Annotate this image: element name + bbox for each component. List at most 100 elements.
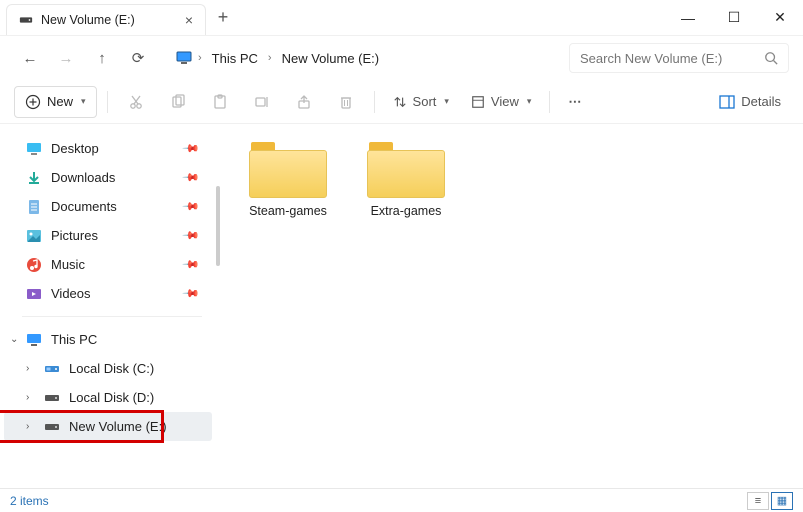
drive-icon [44,361,60,377]
sort-button[interactable]: Sort ▾ [385,86,457,118]
monitor-icon [26,332,42,348]
details-label: Details [741,94,781,109]
drive-icon [19,13,33,27]
maximize-button[interactable]: ☐ [711,0,757,35]
chevron-right-icon[interactable]: › [198,52,202,64]
sidebar-item-downloads[interactable]: Downloads 📌 [4,163,212,192]
new-button[interactable]: New ▾ [14,86,97,118]
pin-icon: 📌 [182,284,201,303]
drive-icon [44,390,60,406]
new-button-label: New [47,94,73,109]
cut-button[interactable] [118,86,154,118]
sidebar-item-label: Desktop [51,141,99,156]
picture-icon [26,228,42,244]
folder-icon [367,142,445,198]
pin-icon: 📌 [182,226,201,245]
folder-name: Extra-games [371,204,442,218]
chevron-right-icon[interactable]: › [26,363,29,374]
chevron-down-icon: ▾ [444,96,449,107]
pin-icon: 📌 [182,139,201,158]
plus-circle-icon [25,94,41,110]
rename-button[interactable] [244,86,280,118]
chevron-right-icon[interactable]: › [268,52,272,64]
sidebar-item-label: Documents [51,199,117,214]
chevron-down-icon: ▾ [527,96,532,107]
breadcrumb-item[interactable]: This PC [208,49,262,68]
status-bar: 2 items ≡ ▦ [0,488,803,512]
sidebar-item-label: Music [51,257,85,272]
folder-icon [249,142,327,198]
toolbar-divider [374,91,375,113]
drive-icon [44,419,60,435]
toolbar: New ▾ Sort ▾ View ▾ ⋯ Details [0,80,803,124]
close-window-button[interactable]: ✕ [757,0,803,35]
sidebar-item-pictures[interactable]: Pictures 📌 [4,221,212,250]
delete-button[interactable] [328,86,364,118]
file-list[interactable]: Steam-games Extra-games [220,124,803,488]
view-toggle: ≡ ▦ [747,492,793,510]
sidebar-item-desktop[interactable]: Desktop 📌 [4,134,212,163]
sort-label: Sort [413,94,437,109]
sidebar-item-label: Downloads [51,170,115,185]
sidebar-divider [22,316,202,317]
item-count: 2 items [10,494,49,508]
pin-icon: 📌 [182,255,201,274]
details-view-button[interactable]: ≡ [747,492,769,510]
main-area: Desktop📌Downloads📌Documents📌Pictures📌Mus… [0,124,803,488]
chevron-down-icon: ▾ [81,96,86,107]
navigation-bar: ← → ↑ ⟳ › This PC › New Volume (E:) [0,36,803,80]
desktop-icon [26,141,42,157]
music-icon [26,257,42,273]
sidebar-item-music[interactable]: Music 📌 [4,250,212,279]
window-tab[interactable]: New Volume (E:) × [6,4,206,35]
sidebar-item-label: Pictures [51,228,98,243]
search-input[interactable] [580,51,756,66]
minimize-button[interactable]: — [665,0,711,35]
breadcrumb[interactable]: › This PC › New Volume (E:) [172,49,565,68]
folder-item[interactable]: Extra-games [358,142,454,218]
folder-name: Steam-games [249,204,327,218]
sidebar-item-drive[interactable]: › New Volume (E:) [4,412,212,441]
up-button[interactable]: ↑ [86,42,118,74]
search-box[interactable] [569,43,789,73]
folder-item[interactable]: Steam-games [240,142,336,218]
sidebar-item-label: This PC [51,332,97,347]
sidebar-item-drive[interactable]: › Local Disk (D:) [4,383,212,412]
chevron-right-icon[interactable]: › [26,421,29,432]
sidebar-item-this-pc[interactable]: ⌄ This PC [4,325,212,354]
view-label: View [491,94,519,109]
view-icon [471,95,485,109]
video-icon [26,286,42,302]
tab-title: New Volume (E:) [41,13,177,27]
back-button[interactable]: ← [14,42,46,74]
paste-button[interactable] [202,86,238,118]
details-pane-button[interactable]: Details [711,86,789,118]
new-tab-button[interactable]: + [206,0,240,35]
toolbar-divider [107,91,108,113]
sidebar-item-drive[interactable]: ›Local Disk (C:) [4,354,212,383]
refresh-button[interactable]: ⟳ [122,42,154,74]
share-button[interactable] [286,86,322,118]
chevron-right-icon[interactable]: › [26,392,29,403]
more-button[interactable]: ⋯ [560,86,591,118]
toolbar-divider [549,91,550,113]
copy-button[interactable] [160,86,196,118]
download-icon [26,170,42,186]
search-icon[interactable] [764,51,778,65]
pin-icon: 📌 [182,168,201,187]
document-icon [26,199,42,215]
sidebar-item-videos[interactable]: Videos📌 [4,279,212,308]
view-button[interactable]: View ▾ [463,86,539,118]
forward-button[interactable]: → [50,42,82,74]
chevron-down-icon[interactable]: ⌄ [10,334,18,345]
sidebar-item-label: New Volume (E:) [69,419,167,434]
icons-view-button[interactable]: ▦ [771,492,793,510]
breadcrumb-item[interactable]: New Volume (E:) [278,49,384,68]
scrollbar[interactable] [216,186,220,266]
details-icon [719,94,735,110]
sidebar-item-label: Local Disk (D:) [69,390,154,405]
close-tab-icon[interactable]: × [185,12,193,28]
monitor-icon [176,50,192,66]
sidebar-item-documents[interactable]: Documents📌 [4,192,212,221]
title-bar: New Volume (E:) × + — ☐ ✕ [0,0,803,36]
